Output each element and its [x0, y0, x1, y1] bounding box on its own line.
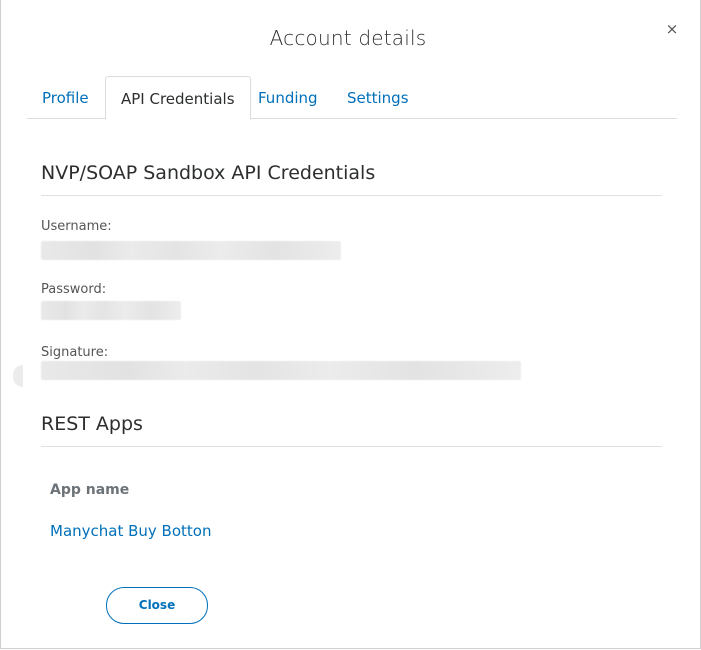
tab-profile[interactable]: Profile — [27, 76, 104, 118]
signature-redacted-value — [41, 361, 521, 380]
signature-label: Signature: — [41, 345, 109, 360]
app-link-manychat[interactable]: Manychat Buy Botton — [50, 522, 211, 540]
tab-bar: Profile API Credentials Funding Settings — [27, 76, 677, 120]
close-button[interactable]: Close — [106, 587, 208, 624]
tab-api-credentials[interactable]: API Credentials — [105, 76, 251, 120]
app-name-column-header: App name — [50, 482, 130, 498]
tab-funding[interactable]: Funding — [243, 76, 333, 118]
password-label: Password: — [41, 282, 107, 297]
rest-apps-heading: REST Apps — [41, 413, 143, 435]
password-redacted-value — [41, 301, 181, 320]
account-details-modal: × Account details Profile API Credential… — [0, 0, 701, 649]
modal-title: Account details — [269, 26, 427, 50]
username-label: Username: — [41, 219, 112, 234]
side-shadow — [13, 365, 23, 387]
username-redacted-value — [41, 241, 341, 260]
divider — [41, 195, 662, 196]
divider — [41, 446, 662, 447]
credentials-heading: NVP/SOAP Sandbox API Credentials — [41, 162, 376, 184]
tab-settings[interactable]: Settings — [332, 76, 424, 118]
